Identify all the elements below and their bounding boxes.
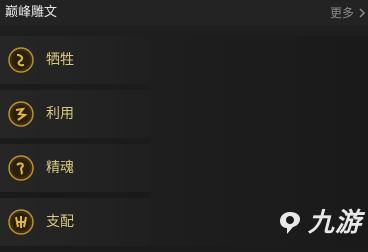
glyph-item-label: 支配 [46,214,74,230]
sacrifice-glyph-icon [8,47,34,73]
exploit-glyph-icon [8,101,34,127]
more-label[interactable]: 更多 [330,5,354,21]
glyph-item-sacrifice[interactable]: 牺牲 [0,36,150,84]
glyph-item-exploit[interactable]: 利用 [0,90,150,138]
glyph-list: 牺牲 利用 精魂 支配 [0,36,150,252]
glyph-item-dominate[interactable]: 支配 [0,198,150,246]
chevron-right-icon[interactable] [356,7,368,19]
watermark-text: 九游 [307,208,362,238]
jiuyou-logo-icon [279,212,300,234]
glyph-item-label: 牺牲 [46,52,74,68]
more-link[interactable]: 更多 [330,5,368,21]
panel-title: 巅峰雕文 [5,5,58,20]
dominate-glyph-icon [8,209,34,235]
glyph-item-label: 利用 [46,106,74,122]
watermark: 九游 [276,208,362,238]
panel-header: 巅峰雕文 更多 [0,0,368,26]
peak-glyph-panel: 巅峰雕文 更多 牺牲 利用 精魂 支配 九游 [0,0,368,246]
glyph-item-label: 精魂 [46,160,74,176]
glyph-item-spirit[interactable]: 精魂 [0,144,150,192]
spirit-glyph-icon [8,155,34,181]
